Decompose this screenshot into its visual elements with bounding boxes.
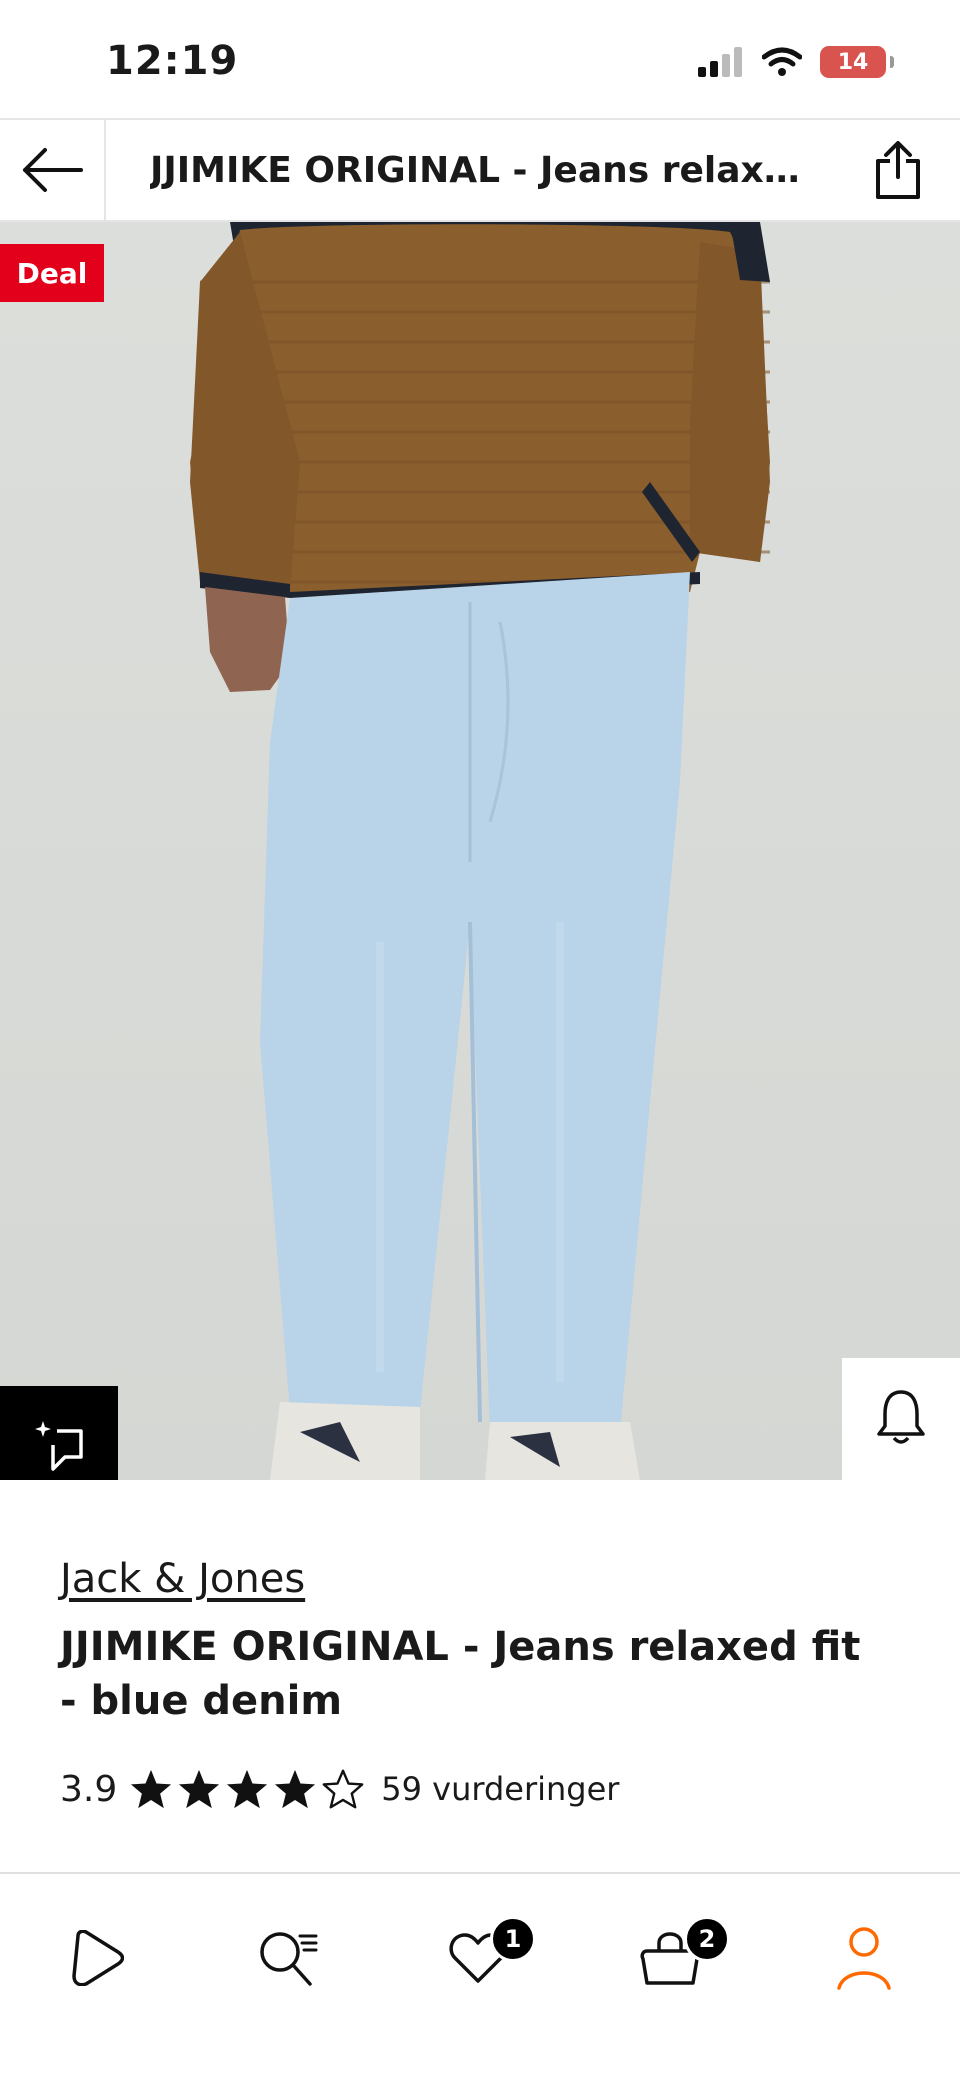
nav-profile[interactable] <box>814 1908 914 2008</box>
notify-button[interactable] <box>842 1358 960 1476</box>
nav-home[interactable] <box>46 1908 146 2008</box>
battery-cap <box>890 56 894 68</box>
profile-icon <box>837 1927 891 1990</box>
star-full-icon <box>227 1769 268 1809</box>
status-bar: 12:19 14 <box>0 0 960 118</box>
search-list-icon <box>260 1932 318 1986</box>
nav-wishlist[interactable]: 1 <box>428 1908 536 2008</box>
signal-icon <box>698 47 742 77</box>
deal-badge: Deal <box>0 244 104 302</box>
back-button[interactable] <box>0 120 106 220</box>
wishlist-count-badge: 1 <box>490 1916 536 1962</box>
status-icons: 14 <box>698 46 894 78</box>
product-image[interactable]: Deal <box>0 222 960 1480</box>
star-full-icon <box>275 1769 316 1809</box>
battery-icon: 14 <box>820 46 886 78</box>
bottom-nav: 1 2 <box>0 1872 960 2078</box>
compare-button[interactable] <box>0 1386 118 1480</box>
image-bottom-ledge <box>118 1480 782 1504</box>
rating-value: 3.9 <box>60 1768 118 1810</box>
nav-bag[interactable]: 2 <box>620 1908 730 2008</box>
rating-row[interactable]: 3.9 59 vurderinger <box>60 1768 619 1810</box>
star-full-icon <box>179 1769 220 1809</box>
wishlist-button[interactable] <box>842 1476 960 1480</box>
star-empty-icon <box>322 1769 364 1809</box>
header-title: JJIMIKE ORIGINAL - Jeans relaxed fit - b… <box>150 150 810 191</box>
status-time: 12:19 <box>106 38 239 84</box>
battery-level: 14 <box>837 49 869 75</box>
arrow-left-icon <box>23 148 83 192</box>
top-header: JJIMIKE ORIGINAL - Jeans relaxed fit - b… <box>0 118 960 222</box>
product-name: JJIMIKE ORIGINAL - Jeans relaxed fit - b… <box>60 1624 861 1724</box>
wifi-icon <box>762 47 802 76</box>
review-count-link[interactable]: 59 vurderinger <box>381 1770 619 1808</box>
rating-stars <box>129 1768 365 1810</box>
brand-link[interactable]: Jack & Jones <box>60 1556 305 1602</box>
image-side-actions <box>842 1358 960 1480</box>
compare-icon <box>35 1421 83 1471</box>
star-full-icon <box>131 1769 172 1809</box>
model-photo <box>190 222 770 1480</box>
bag-count-badge: 2 <box>684 1916 730 1962</box>
bell-icon <box>877 1390 925 1444</box>
nav-search[interactable] <box>238 1908 338 2008</box>
share-icon <box>876 141 920 199</box>
play-icon <box>72 1930 124 1986</box>
share-button[interactable] <box>866 138 930 202</box>
